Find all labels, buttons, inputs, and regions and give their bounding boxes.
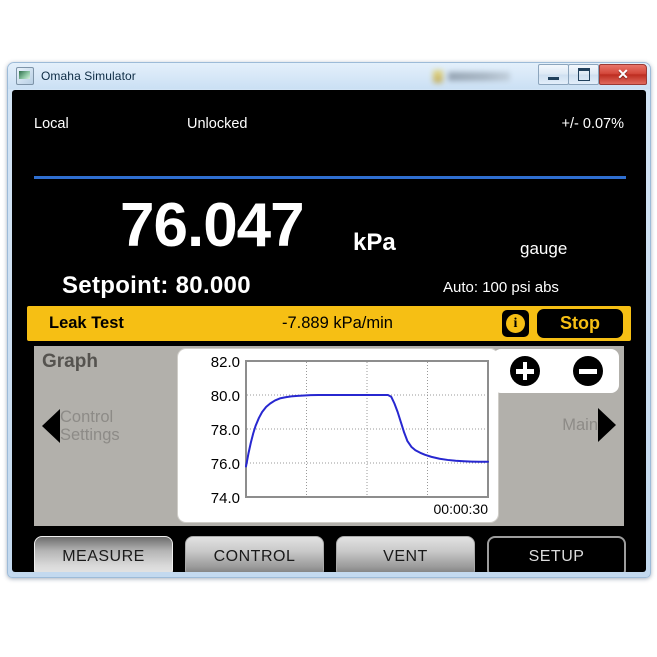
y-axis-tick-label: 74.0 — [211, 490, 240, 507]
mode-button-control[interactable]: CONTROL — [185, 536, 324, 572]
pressure-reading: 76.047 — [120, 191, 305, 260]
leak-test-bar: Leak Test -7.889 kPa/min i Stop — [27, 306, 631, 341]
app-icon — [16, 67, 34, 85]
mode-button-row: MEASURE CONTROL VENT SETUP — [34, 536, 626, 572]
x-axis-time-label: 00:00:30 — [434, 501, 489, 517]
status-tolerance: +/- 0.07% — [561, 116, 624, 132]
info-icon: i — [506, 314, 525, 333]
nav-next-label: Main — [562, 415, 598, 434]
minimize-icon — [548, 76, 559, 80]
minimize-button[interactable] — [538, 64, 569, 85]
mode-button-setup[interactable]: SETUP — [487, 536, 626, 572]
measurement-mode[interactable]: gauge — [520, 239, 567, 259]
zoom-out-icon — [578, 369, 597, 374]
watermark-text-blur — [448, 72, 510, 81]
watermark-badge-icon — [433, 70, 443, 83]
zoom-controls — [493, 349, 619, 393]
chevron-right-icon — [598, 408, 616, 442]
nav-prev-label: Control Settings — [60, 408, 120, 445]
close-button[interactable]: ✕ — [599, 64, 647, 85]
graph-card[interactable]: 74.0 76.0 78.0 80.0 82.0 00:00:30 — [178, 349, 498, 522]
y-axis-tick-label: 76.0 — [211, 456, 240, 473]
pressure-unit[interactable]: kPa — [353, 229, 396, 257]
nav-prev-control-settings[interactable]: Control Settings — [42, 408, 120, 445]
header-divider — [34, 176, 626, 179]
application-window: Omaha Simulator ✕ Local Unlocked +/- 0.0… — [7, 62, 651, 578]
y-axis-tick-label: 78.0 — [211, 422, 240, 439]
pressure-trend-chart: 74.0 76.0 78.0 80.0 82.0 00:00:30 — [211, 354, 489, 517]
leak-test-rate: -7.889 kPa/min — [282, 314, 393, 332]
chevron-left-icon — [42, 409, 60, 444]
zoom-out-button[interactable] — [572, 356, 603, 386]
window-controls: ✕ — [538, 64, 647, 85]
panel-title: Graph — [42, 351, 98, 372]
setpoint-value[interactable]: Setpoint: 80.000 — [62, 272, 251, 300]
zoom-in-button[interactable] — [509, 356, 540, 386]
blurred-watermark — [433, 68, 525, 85]
zoom-in-icon-vertical — [522, 362, 527, 380]
status-row: Local Unlocked +/- 0.07% — [34, 116, 624, 138]
info-button[interactable]: i — [502, 310, 529, 337]
leak-test-label: Leak Test — [49, 314, 124, 332]
stop-button[interactable]: Stop — [537, 309, 623, 338]
y-axis-tick-label: 82.0 — [211, 354, 240, 371]
instrument-display: Local Unlocked +/- 0.07% 76.047 kPa gaug… — [12, 90, 646, 572]
nav-next-main[interactable]: Main — [562, 408, 616, 442]
mode-button-vent[interactable]: VENT — [336, 536, 475, 572]
graph-panel: Graph Control Settings Main 74.0 76.0 78.0… — [34, 346, 624, 526]
status-lock-state[interactable]: Unlocked — [187, 116, 247, 132]
screenshot-root: Omaha Simulator ✕ Local Unlocked +/- 0.0… — [0, 0, 657, 657]
maximize-icon — [577, 68, 590, 81]
status-location: Local — [34, 116, 69, 132]
window-titlebar[interactable]: Omaha Simulator ✕ — [8, 63, 650, 89]
maximize-button[interactable] — [568, 64, 599, 85]
autorange-value[interactable]: Auto: 100 psi abs — [443, 279, 559, 296]
window-title: Omaha Simulator — [41, 69, 136, 83]
y-axis-tick-label: 80.0 — [211, 388, 240, 405]
mode-button-measure[interactable]: MEASURE — [34, 536, 173, 572]
